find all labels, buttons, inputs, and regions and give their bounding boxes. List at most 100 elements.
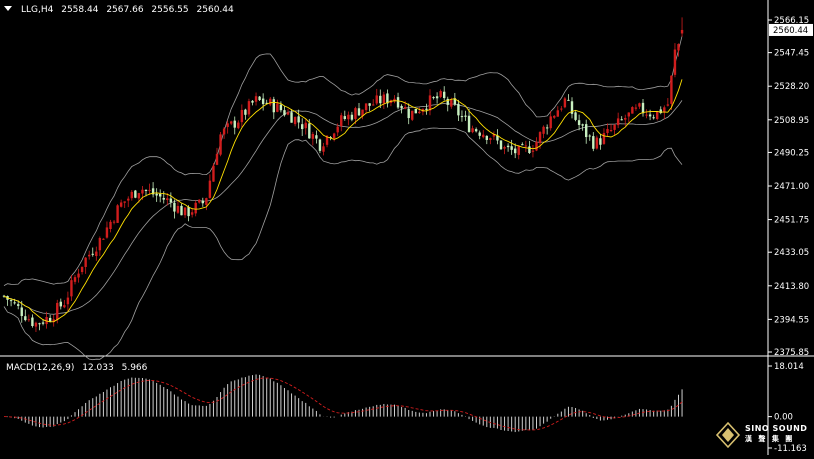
candle-body: [624, 117, 627, 120]
price-tick-label: 2394.55: [774, 315, 809, 325]
candle-body: [432, 97, 435, 99]
macd-signal-line: [3, 377, 683, 431]
symbol-label: LLG,H4: [21, 5, 54, 15]
price-tick-label: 2508.95: [774, 116, 809, 126]
candle-body: [464, 115, 467, 117]
logo-text: SINO SOUND 漢 聲 集 團: [745, 424, 807, 444]
candle-body: [272, 99, 275, 113]
candle-body: [503, 147, 506, 149]
candle-body: [588, 135, 591, 137]
candle-body: [123, 201, 126, 203]
logo-line1: SINO SOUND: [745, 424, 808, 433]
candle-body: [595, 137, 599, 149]
candle-body: [233, 120, 236, 128]
candle-body: [17, 304, 20, 306]
price-tick-label: 2471.00: [774, 182, 809, 192]
candle-body: [70, 280, 73, 297]
candle-body: [9, 300, 13, 302]
chart-svg: 2566.152547.452528.202508.952490.252471.…: [0, 0, 814, 455]
candle-body: [467, 115, 471, 132]
candle-body: [134, 190, 137, 198]
macd-tick-label: 0.00: [774, 413, 793, 423]
candle-body: [322, 146, 325, 152]
candle-body: [627, 112, 630, 117]
candle-body: [88, 254, 91, 257]
candle-body: [638, 103, 641, 107]
macd-tick-label: 18.014: [774, 362, 804, 372]
candle-body: [20, 307, 23, 317]
candle-body: [84, 257, 87, 267]
candle-body: [293, 116, 297, 125]
candle-body: [244, 109, 247, 115]
candle-body: [127, 198, 130, 201]
price-tick-label: 2528.20: [774, 82, 809, 92]
candle-body: [634, 107, 638, 109]
candle-body: [119, 202, 123, 207]
candle-body: [563, 98, 567, 108]
macd-header: MACD(12,26,9) 12.033 5.966: [6, 363, 147, 373]
candle-body: [396, 97, 400, 108]
macd-label: MACD(12,26,9): [6, 363, 75, 373]
candle-body: [474, 129, 478, 132]
candle-body: [521, 144, 524, 146]
dropdown-triangle-icon[interactable]: [4, 6, 12, 11]
candle-body: [297, 116, 300, 123]
candle-body: [545, 127, 549, 129]
candle-body: [304, 122, 307, 129]
candle-body: [680, 29, 684, 34]
candle-body: [606, 128, 609, 134]
candle-body: [155, 193, 158, 196]
candle-body: [205, 198, 208, 205]
candle-body: [592, 136, 595, 149]
candle-body: [602, 133, 606, 144]
candle-body: [354, 108, 357, 119]
candle-body: [471, 128, 474, 133]
candle-body: [112, 221, 116, 223]
candle-body: [368, 103, 371, 106]
macd-main-value: 12.033: [82, 363, 114, 373]
candle-body: [183, 207, 187, 216]
candle-body: [418, 111, 421, 114]
candle-body: [226, 123, 229, 128]
candle-body: [301, 124, 304, 130]
bollinger-upper-band: [3, 36, 683, 286]
candle-body: [425, 108, 428, 110]
candle-body: [212, 165, 215, 182]
candle-body: [230, 121, 233, 124]
candle-body: [176, 205, 180, 213]
candle-body: [247, 101, 251, 115]
candle-body: [130, 191, 133, 199]
candle-body: [169, 198, 173, 203]
candle-body: [66, 297, 70, 305]
candle-body: [237, 122, 240, 129]
candle-body: [609, 130, 613, 132]
candle-body: [258, 96, 261, 101]
candle-body: [24, 316, 27, 321]
candle-body: [538, 132, 542, 144]
candle-body: [63, 305, 66, 308]
candle-body: [215, 153, 219, 165]
candle-body: [343, 116, 346, 120]
candle-body: [77, 273, 80, 278]
candle-body: [581, 124, 584, 126]
candle-body: [332, 133, 336, 139]
candle-body: [620, 119, 623, 121]
candle-body: [290, 112, 293, 123]
chart-header: LLG,H4 2558.44 2567.66 2556.55 2560.44: [4, 5, 234, 15]
candle-body: [95, 251, 98, 257]
candle-body: [144, 190, 148, 192]
candle-body: [613, 124, 616, 130]
candle-body: [56, 302, 59, 320]
candle-body: [286, 112, 290, 115]
candle-body: [201, 200, 204, 204]
candle-body: [59, 301, 62, 307]
candle-body: [556, 110, 559, 117]
candle-body: [666, 104, 670, 106]
candle-body: [269, 98, 272, 105]
candle-body: [531, 150, 535, 152]
candle-body: [364, 103, 368, 111]
candle-body: [670, 75, 673, 104]
candle-body: [460, 116, 464, 118]
candle-body: [102, 238, 105, 240]
candle-body: [499, 140, 503, 150]
